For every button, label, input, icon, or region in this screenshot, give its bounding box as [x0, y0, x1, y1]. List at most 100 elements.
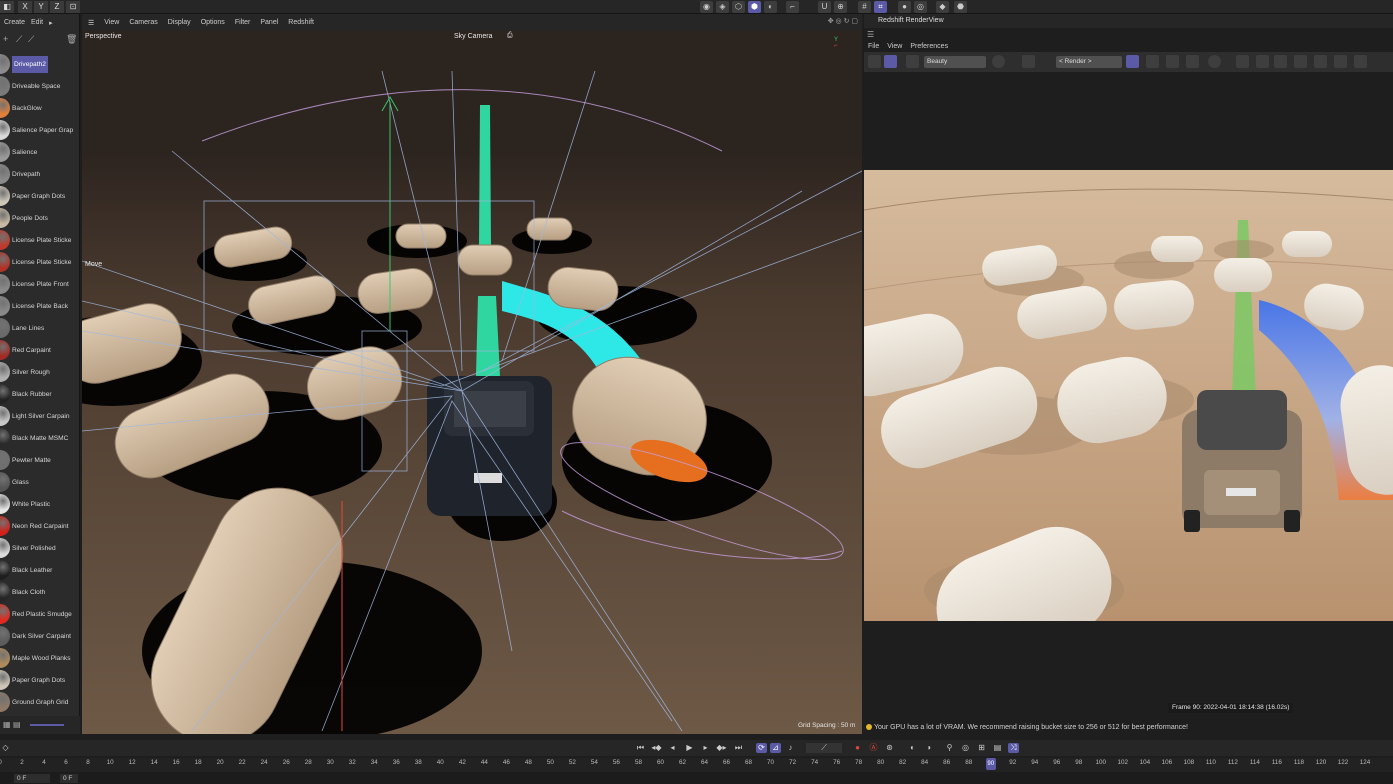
circle-select-icon[interactable] [1208, 55, 1221, 68]
key-param-icon[interactable]: ◎ [960, 743, 971, 753]
light-icon[interactable]: ● [898, 1, 911, 13]
snowflake-icon[interactable] [1166, 55, 1179, 68]
renderview-menu-icon[interactable]: ☰ [867, 30, 874, 39]
image-icon[interactable] [1294, 55, 1307, 68]
menu-view-rv[interactable]: View [887, 43, 902, 50]
add-icon[interactable]: + [3, 34, 8, 44]
render-settings-icon[interactable]: ⬡ [732, 1, 745, 13]
compare-alt-icon[interactable] [1274, 55, 1287, 68]
menu-options[interactable]: Options [201, 19, 225, 26]
material-item[interactable]: Drivepath2 [0, 53, 80, 75]
camera-icon[interactable]: ⎙ [507, 32, 513, 40]
grid-icon[interactable]: # [858, 1, 871, 13]
python-icon[interactable]: ⬣ [954, 1, 967, 13]
key-pla-icon[interactable]: ⊞ [976, 743, 987, 753]
color-space-icon[interactable] [992, 55, 1005, 68]
material-item[interactable]: License Plate Sticke [0, 251, 80, 273]
material-item[interactable]: Lane Lines [0, 317, 80, 339]
material-item[interactable]: Drivepath [0, 163, 80, 185]
material-item[interactable]: Neon Red Carpaint [0, 515, 80, 537]
menu-more[interactable]: ▸ [49, 19, 53, 27]
keyframe-icon[interactable]: ◇ [0, 743, 11, 753]
target-icon[interactable]: ◎ [914, 1, 927, 13]
playhead[interactable]: 90 [985, 758, 996, 770]
export-icon[interactable] [1334, 55, 1347, 68]
material-item[interactable]: Ground Graph Grid [0, 691, 80, 713]
prev-key-icon[interactable]: ◂◆ [651, 743, 662, 753]
material-item[interactable]: Salience Paper Grap [0, 119, 80, 141]
play-icon[interactable]: ▶ [684, 743, 695, 753]
menu-preferences[interactable]: Preferences [910, 43, 948, 50]
list-view-icon[interactable]: ▤ [13, 720, 21, 729]
material-item[interactable]: Red Plastic Smudge [0, 603, 80, 625]
ipr-start-icon[interactable] [884, 55, 897, 68]
snap-icon[interactable]: ⊕ [834, 1, 847, 13]
magnet-icon[interactable]: U [818, 1, 831, 13]
material-item[interactable]: Dark Silver Carpaint [0, 625, 80, 647]
coordinate-system-icon[interactable]: ⊡ [66, 1, 80, 13]
material-item[interactable]: People Dots [0, 207, 80, 229]
material-item[interactable]: Silver Rough [0, 361, 80, 383]
ipr-icon[interactable]: ⬢ [748, 1, 761, 13]
key-pos-icon[interactable]: ◐ [907, 743, 918, 753]
start-frame-field[interactable]: 0 F [14, 774, 50, 783]
render-region-icon[interactable]: ◉ [700, 1, 713, 13]
render-view-icon[interactable]: ◈ [716, 1, 729, 13]
goto-start-icon[interactable]: ⏮ [635, 743, 646, 753]
copy-icon[interactable] [1354, 55, 1367, 68]
menu-file[interactable]: File [868, 43, 879, 50]
x-axis-toggle[interactable]: X [18, 1, 32, 13]
fps-field[interactable]: ⟋ [806, 743, 842, 753]
key-settings-icon[interactable]: ⊛ [884, 743, 895, 753]
material-item[interactable]: Glass [0, 471, 80, 493]
material-item[interactable]: License Plate Sticke [0, 229, 80, 251]
trash-icon[interactable]: 🗑 [66, 34, 77, 45]
motion-icon[interactable]: ⤨ [1008, 743, 1019, 753]
zoom-slider[interactable] [30, 724, 64, 726]
cube-icon[interactable]: ◆ [936, 1, 949, 13]
snowflake-alt-icon[interactable] [1186, 55, 1199, 68]
key-rot-icon[interactable]: ◑ [923, 743, 934, 753]
material-item[interactable]: Paper Graph Dots [0, 185, 80, 207]
edit-icon[interactable]: ⟋ [16, 34, 22, 45]
crop-icon[interactable] [1022, 55, 1035, 68]
link-icon[interactable]: ⟋ [28, 34, 34, 45]
material-item[interactable]: Maple Wood Planks [0, 647, 80, 669]
viewport-menu-icon[interactable]: ☰ [88, 19, 94, 27]
menu-create[interactable]: Create [4, 19, 25, 26]
sound-icon[interactable]: ♪ [785, 743, 796, 753]
material-item[interactable]: Light Silver Carpain [0, 405, 80, 427]
next-key-icon[interactable]: ◆▸ [716, 743, 727, 753]
autokey-icon[interactable]: Ⓐ [868, 743, 879, 753]
left-gutter-icon[interactable]: ◧ [0, 1, 14, 13]
aov-select[interactable]: Beauty [924, 56, 986, 68]
material-item[interactable]: License Plate Back [0, 295, 80, 317]
floor-icon[interactable]: ⌐ [786, 1, 799, 13]
menu-redshift[interactable]: Redshift [288, 19, 314, 26]
material-item[interactable]: White Plastic [0, 493, 80, 515]
key-scale-icon[interactable]: ⚲ [944, 743, 955, 753]
material-icon[interactable]: ◐ [764, 1, 777, 13]
y-axis-toggle[interactable]: Y [34, 1, 48, 13]
material-item[interactable]: Black Cloth [0, 581, 80, 603]
material-item[interactable]: Silver Polished [0, 537, 80, 559]
viewport-camera-label[interactable]: Sky Camera [454, 33, 493, 40]
menu-view[interactable]: View [104, 19, 119, 26]
fit-icon[interactable] [1236, 55, 1249, 68]
timeline-ruler[interactable]: 0246810121416182022242628303234363840424… [0, 758, 1393, 772]
viewport-nav-icons[interactable]: ✥ ◎ ↻ ▢ [828, 17, 858, 25]
menu-filter[interactable]: Filter [235, 19, 251, 26]
lock-icon[interactable] [1126, 55, 1139, 68]
material-item[interactable]: Black Leather [0, 559, 80, 581]
material-item[interactable]: Black Rubber [0, 383, 80, 405]
material-item[interactable]: License Plate Front [0, 273, 80, 295]
goto-end-icon[interactable]: ⏭ [733, 743, 744, 753]
refresh-icon[interactable] [906, 55, 919, 68]
menu-cameras[interactable]: Cameras [129, 19, 157, 26]
z-axis-toggle[interactable]: Z [50, 1, 64, 13]
3d-viewport[interactable]: Perspective Sky Camera ⎙ Move Grid Spaci… [82, 31, 862, 734]
material-item[interactable]: Red Carpaint [0, 339, 80, 361]
material-item[interactable]: Driveable Space [0, 75, 80, 97]
range-icon[interactable]: ⊿ [770, 743, 781, 753]
loop-icon[interactable]: ⟳ [756, 743, 767, 753]
